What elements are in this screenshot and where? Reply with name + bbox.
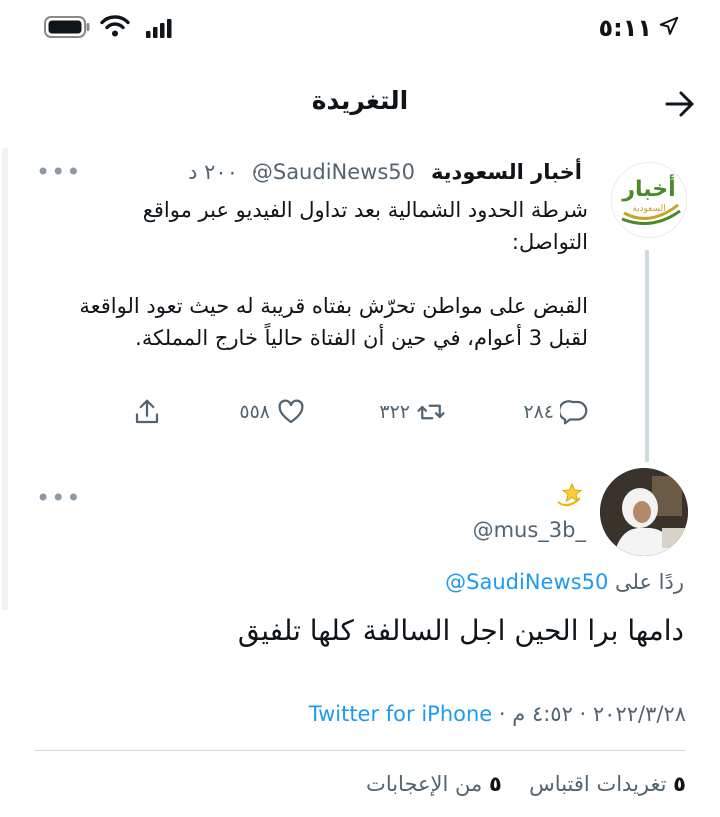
- like-count: ٥٥٨: [239, 401, 270, 423]
- avatar-saudinews[interactable]: أخبار السعودية: [611, 162, 687, 238]
- tweet-meta: ٢٠٢٢/٣/٢٨ · ٤:٥٢ م · Twitter for iPhone: [309, 702, 686, 726]
- avatar-logo-subtext: السعودية: [632, 204, 666, 214]
- separator-dot: ·: [251, 160, 258, 184]
- share-button[interactable]: [132, 397, 162, 427]
- retweet-count: ٣٢٢: [379, 401, 410, 423]
- timeline-rule: [2, 148, 8, 610]
- quoted-author-handle[interactable]: @SaudiNews50: [252, 160, 415, 184]
- location-arrow-icon: [659, 16, 679, 35]
- status-time: ٥:١١: [598, 14, 652, 42]
- reply-author-handle[interactable]: @mus_3b_: [473, 518, 586, 542]
- like-button[interactable]: ٥٥٨: [239, 397, 306, 427]
- retweet-icon: [417, 404, 445, 420]
- quotes-stat-label: اقتباس: [529, 772, 590, 796]
- quoted-tweet-time[interactable]: ٢٠٠ د: [188, 160, 238, 184]
- wifi-icon: [100, 15, 130, 37]
- more-options-icon[interactable]: •••: [36, 484, 81, 512]
- tweet-datetime: ٢٠٢٢/٣/٢٨ · ٤:٥٢ م ·: [498, 702, 686, 726]
- quotes-stat[interactable]: اقتباس: [529, 772, 590, 796]
- retweets-stat[interactable]: ٥ تغريدات: [596, 772, 686, 796]
- replying-to-mention[interactable]: @SaudiNews50: [445, 570, 608, 594]
- reply-button[interactable]: ٢٨٤: [523, 397, 590, 427]
- reply-tweet-text: دامها برا الحين اجل السالفة كلها تلفيق: [237, 614, 684, 647]
- dizzy-star-icon: [557, 482, 583, 507]
- cellular-signal-icon: [146, 19, 172, 38]
- page-title: التغريدة: [311, 86, 409, 115]
- speech-bubble-icon: [560, 400, 588, 425]
- avatar-mus3b[interactable]: [600, 468, 688, 556]
- divider: [34, 750, 686, 751]
- thread-connector-line: [645, 250, 649, 462]
- arrow-right-icon[interactable]: [664, 90, 696, 118]
- user-photo: [600, 468, 688, 556]
- heart-icon: [278, 399, 304, 424]
- battery-icon: [44, 16, 90, 38]
- tweet-stats: ٥ تغريدات اقتباس ٥ من الإعجابات: [366, 772, 686, 796]
- replying-to: ردًا على @SaudiNews50: [445, 570, 684, 594]
- quoted-author-name[interactable]: أخبار السعودية: [431, 160, 582, 184]
- likes-stat-label: من الإعجابات: [366, 772, 483, 796]
- avatar-logo-text: أخبار: [622, 177, 676, 202]
- retweets-stat-label: تغريدات: [596, 772, 667, 796]
- reply-count: ٢٨٤: [523, 401, 554, 423]
- share-icon: [135, 399, 159, 424]
- likes-stat-count: ٥: [488, 772, 502, 796]
- replying-to-prefix: ردًا على: [615, 570, 684, 594]
- likes-stat[interactable]: ٥ من الإعجابات: [366, 772, 502, 796]
- quoted-tweet-text: شرطة الحدود الشمالية بعد تداول الفيديو ع…: [79, 198, 588, 350]
- retweet-button[interactable]: ٣٢٢: [379, 397, 446, 427]
- more-options-icon[interactable]: •••: [36, 158, 81, 186]
- retweets-stat-count: ٥: [673, 772, 686, 796]
- tweet-source-link[interactable]: Twitter for iPhone: [309, 702, 493, 726]
